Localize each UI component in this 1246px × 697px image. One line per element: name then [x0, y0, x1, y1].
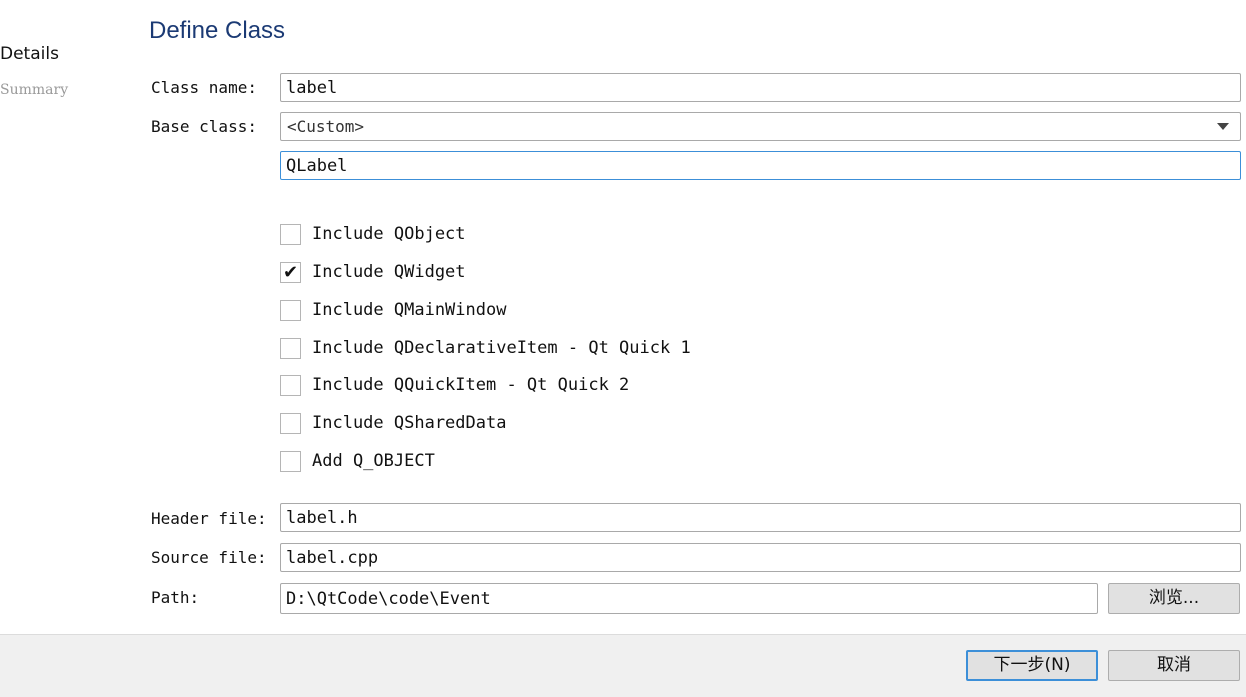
option-label: Include QObject	[312, 224, 466, 244]
path-input[interactable]	[280, 583, 1098, 614]
option-label: Include QDeclarativeItem - Qt Quick 1	[312, 338, 691, 358]
header-file-label: Header file:	[151, 509, 267, 528]
option-include-qmainwindow[interactable]: Include QMainWindow	[280, 298, 506, 322]
option-include-qwidget[interactable]: ✔ Include QWidget	[280, 260, 466, 284]
path-label: Path:	[151, 588, 200, 607]
source-file-label: Source file:	[151, 548, 267, 567]
cancel-button[interactable]: 取消	[1108, 650, 1240, 681]
checkbox[interactable]	[280, 299, 301, 321]
option-include-qobject[interactable]: Include QObject	[280, 222, 466, 246]
checkbox[interactable]	[280, 374, 301, 396]
next-button[interactable]: 下一步(N)	[966, 650, 1098, 681]
base-class-select[interactable]: <Custom>	[280, 112, 1241, 141]
checkbox[interactable]: ✔	[280, 261, 301, 283]
option-label: Add Q_OBJECT	[312, 451, 435, 471]
nav-details[interactable]: Details	[0, 44, 59, 64]
browse-button[interactable]: 浏览...	[1108, 583, 1240, 614]
base-class-label: Base class:	[151, 117, 257, 136]
option-add-q-object[interactable]: Add Q_OBJECT	[280, 449, 435, 473]
header-file-input[interactable]	[280, 503, 1241, 532]
checkbox[interactable]	[280, 337, 301, 359]
option-include-qdeclarativeitem[interactable]: Include QDeclarativeItem - Qt Quick 1	[280, 336, 691, 360]
option-label: Include QSharedData	[312, 413, 507, 433]
checkbox[interactable]	[280, 223, 301, 245]
option-include-qshareddata[interactable]: Include QSharedData	[280, 411, 506, 435]
option-label: Include QQuickItem - Qt Quick 2	[312, 375, 630, 395]
class-name-input[interactable]	[280, 73, 1241, 102]
custom-base-class-input[interactable]	[280, 151, 1241, 180]
source-file-input[interactable]	[280, 543, 1241, 572]
option-label: Include QWidget	[312, 262, 466, 282]
base-class-selected: <Custom>	[287, 117, 365, 136]
option-label: Include QMainWindow	[312, 300, 507, 320]
option-include-qquickitem[interactable]: Include QQuickItem - Qt Quick 2	[280, 373, 629, 397]
nav-summary[interactable]: Summary	[0, 82, 68, 98]
page-title: Define Class	[149, 17, 286, 44]
checkbox[interactable]	[280, 450, 301, 472]
class-name-label: Class name:	[151, 78, 257, 97]
chevron-down-icon	[1217, 123, 1229, 130]
checkbox[interactable]	[280, 412, 301, 434]
